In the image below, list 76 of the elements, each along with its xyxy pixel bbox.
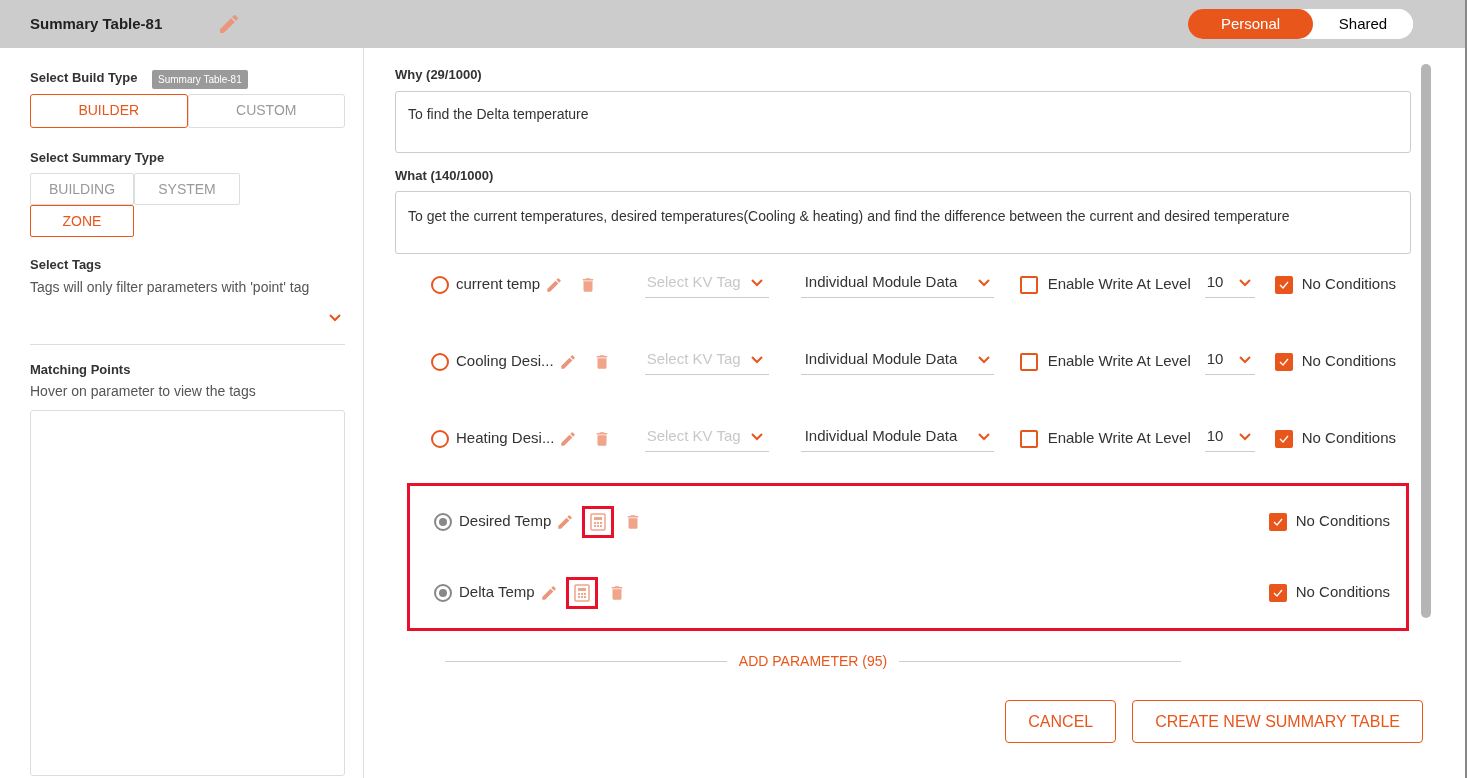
hint-text: Tags will only filter parameters with 'point' tag bbox=[30, 277, 311, 297]
module-select[interactable]: Individual Module Data bbox=[800, 348, 994, 375]
pencil-icon[interactable] bbox=[558, 352, 577, 371]
chevron-down-icon bbox=[750, 278, 763, 287]
chevron-down-icon bbox=[977, 278, 990, 287]
parameter-name: Delta Temp bbox=[459, 582, 535, 603]
checkbox-label: No Conditions bbox=[1301, 428, 1396, 449]
check-icon bbox=[1278, 280, 1289, 289]
summary-type-option[interactable]: BUILDING bbox=[30, 173, 134, 205]
chevron-down-icon bbox=[977, 355, 990, 364]
checkbox-label: Enable Write At Level bbox=[1047, 274, 1191, 295]
pencil-icon[interactable] bbox=[539, 583, 558, 602]
section-label: Select Build Type bbox=[30, 69, 138, 87]
calculator-icon[interactable] bbox=[590, 512, 607, 531]
checkbox-label: No Conditions bbox=[1295, 582, 1390, 603]
parameter-name: Heating Desi... bbox=[456, 428, 555, 449]
summary-type-option[interactable]: ZONE bbox=[30, 205, 134, 237]
module-select[interactable]: Individual Module Data bbox=[800, 425, 994, 452]
field-label: Why (29/1000) bbox=[395, 66, 483, 84]
checkbox[interactable] bbox=[1268, 583, 1287, 602]
checkbox[interactable] bbox=[1019, 275, 1038, 294]
checkbox[interactable] bbox=[1274, 429, 1293, 448]
checkbox-label: No Conditions bbox=[1301, 351, 1396, 372]
checkbox[interactable] bbox=[1274, 275, 1293, 294]
chevron-down-icon bbox=[329, 313, 341, 322]
check-icon bbox=[1278, 357, 1289, 366]
chevron-down-icon bbox=[977, 432, 990, 441]
section-label: Matching Points bbox=[30, 360, 132, 379]
checkbox[interactable] bbox=[1019, 352, 1038, 371]
checkbox-label: Enable Write At Level bbox=[1047, 351, 1191, 372]
pencil-icon[interactable] bbox=[545, 275, 564, 294]
scrollbar[interactable] bbox=[1421, 64, 1431, 618]
radio-button[interactable] bbox=[431, 275, 449, 294]
checkbox-label: Enable Write At Level bbox=[1047, 428, 1191, 449]
check-icon bbox=[1278, 434, 1289, 443]
hint-text: Hover on parameter to view the tags bbox=[30, 382, 257, 401]
level-select[interactable]: 10 bbox=[1204, 425, 1255, 452]
section-label: Select Summary Type bbox=[30, 148, 166, 167]
check-icon bbox=[1272, 588, 1283, 597]
window-title: Summary Table-81 bbox=[30, 13, 163, 34]
chevron-down-icon bbox=[1238, 355, 1251, 364]
chevron-down-icon bbox=[1238, 432, 1251, 441]
parameter-name: current temp bbox=[456, 274, 541, 295]
level-select[interactable]: 10 bbox=[1204, 271, 1255, 298]
check-icon bbox=[1272, 517, 1283, 526]
parameter-name: Desired Temp bbox=[459, 511, 552, 532]
radio-button[interactable] bbox=[434, 583, 452, 602]
add-parameter-link[interactable]: ADD PARAMETER (95) bbox=[738, 651, 888, 672]
action-button[interactable]: CREATE NEW SUMMARY TABLE bbox=[1132, 700, 1423, 743]
checkbox[interactable] bbox=[1268, 512, 1287, 531]
chevron-down-icon bbox=[1238, 278, 1251, 287]
build-type-option[interactable]: BUILDER bbox=[30, 93, 188, 128]
radio-button[interactable] bbox=[431, 429, 449, 448]
pencil-icon[interactable] bbox=[556, 512, 575, 531]
checkbox-label: No Conditions bbox=[1295, 511, 1390, 532]
toggle-tab[interactable]: Personal bbox=[1188, 9, 1313, 39]
summary-type-option[interactable]: SYSTEM bbox=[134, 173, 240, 205]
what-field[interactable]: To get the current temperatures, desired temperatures(Cooling & heating) and find the difference between the current and desired temperature bbox=[395, 191, 1411, 254]
build-type-option[interactable]: CUSTOM bbox=[187, 93, 345, 128]
checkbox[interactable] bbox=[1019, 429, 1038, 448]
radio-button[interactable] bbox=[434, 512, 452, 531]
calculator-icon[interactable] bbox=[573, 583, 590, 602]
section-label: Select Tags bbox=[30, 256, 103, 274]
level-select[interactable]: 10 bbox=[1204, 348, 1255, 375]
parameter-name: Cooling Desi... bbox=[456, 351, 554, 372]
checkbox[interactable] bbox=[1274, 352, 1293, 371]
pencil-icon[interactable] bbox=[559, 429, 578, 448]
tooltip: Summary Table-81 bbox=[152, 70, 248, 89]
radio-button[interactable] bbox=[431, 352, 449, 371]
action-button[interactable]: CANCEL bbox=[1005, 700, 1117, 743]
module-select[interactable]: Individual Module Data bbox=[800, 271, 994, 298]
chevron-down-icon bbox=[750, 432, 763, 441]
field-label: What (140/1000) bbox=[395, 166, 495, 185]
checkbox-label: No Conditions bbox=[1301, 274, 1396, 295]
chevron-down-icon bbox=[750, 355, 763, 364]
why-field[interactable]: To find the Delta temperature bbox=[395, 90, 1411, 153]
